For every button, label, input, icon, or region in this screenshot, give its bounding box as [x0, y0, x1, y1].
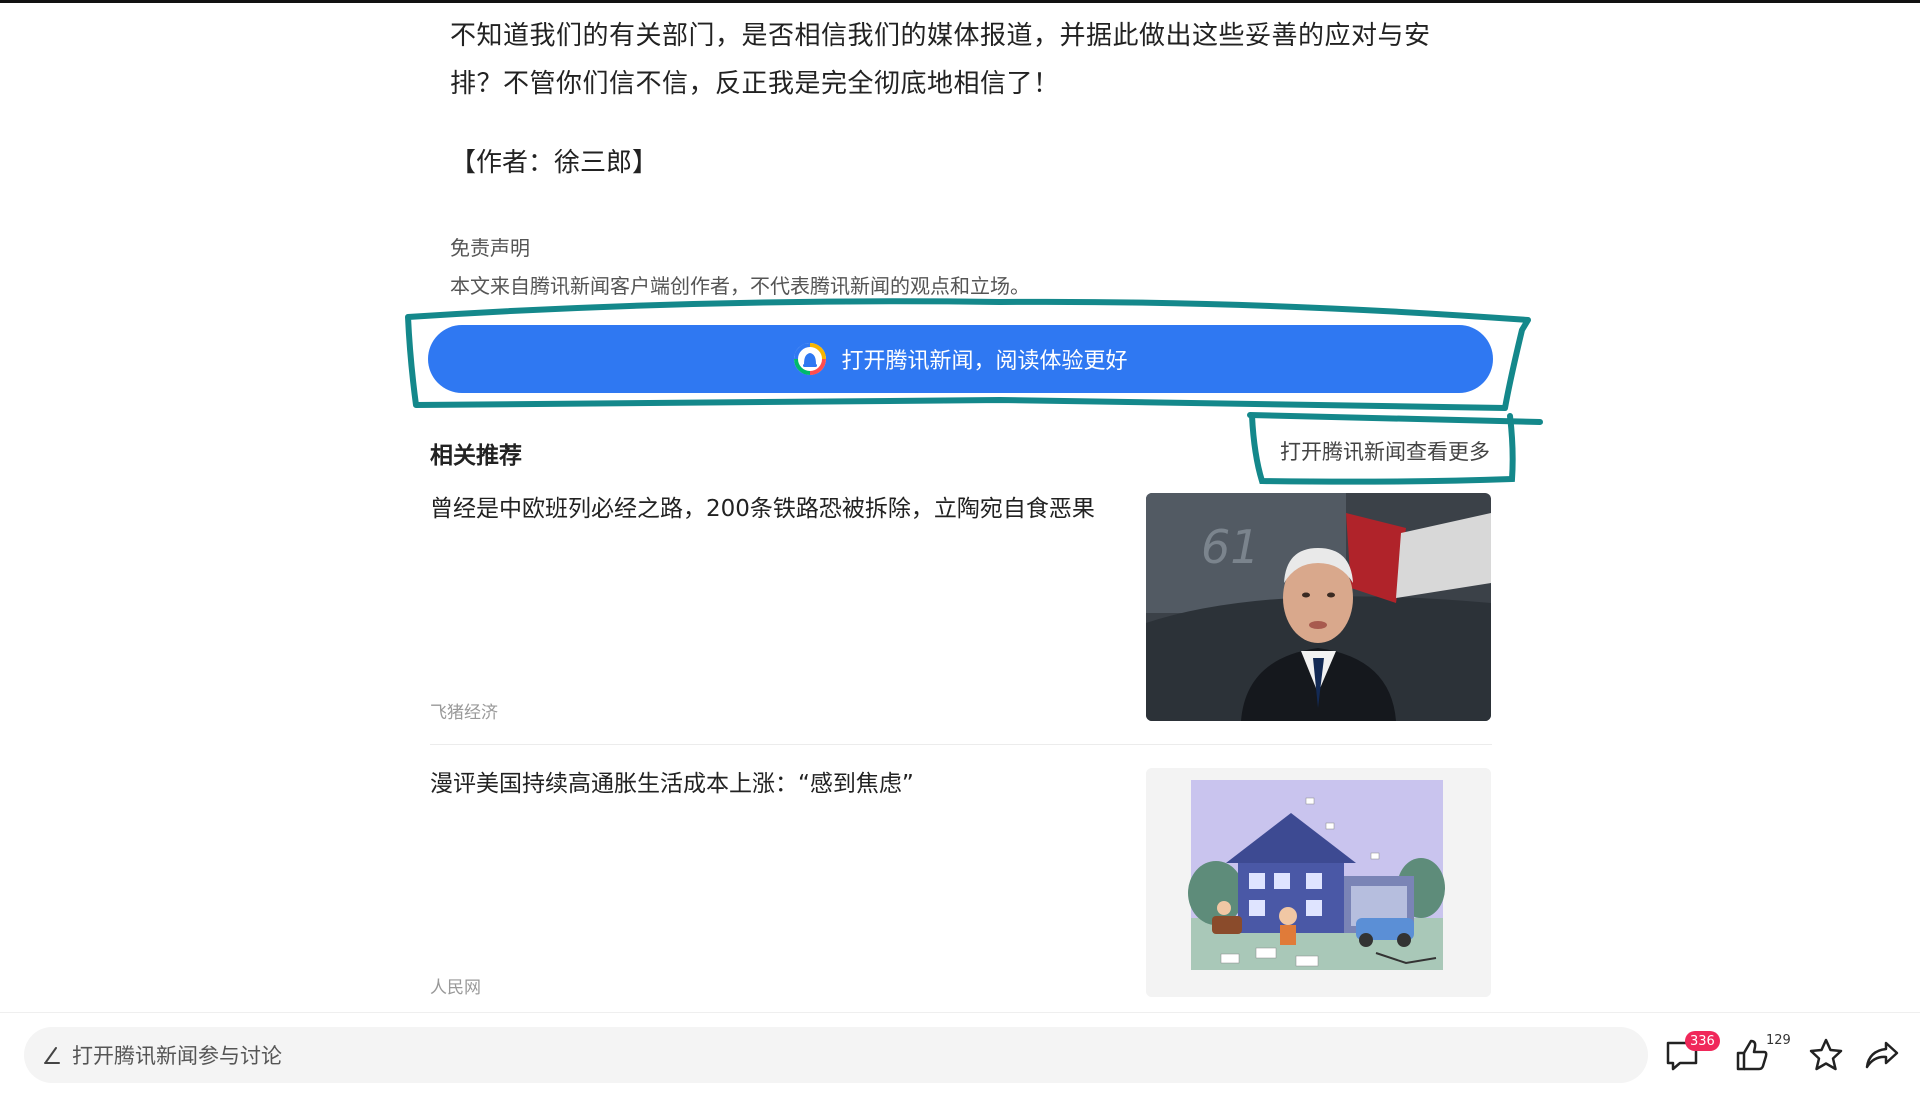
open-app-more-link[interactable]: 打开腾讯新闻查看更多 — [1280, 436, 1490, 466]
news-thumbnail-cartoon[interactable] — [1146, 768, 1491, 997]
star-icon[interactable] — [1806, 1035, 1846, 1075]
comment-input[interactable]: 打开腾讯新闻参与讨论 — [24, 1027, 1648, 1083]
related-news-item[interactable]: 漫评美国持续高通胀生活成本上涨：“感到焦虑” 人民网 — [430, 768, 1492, 998]
news-source: 飞猪经济 — [430, 703, 498, 723]
bottom-action-bar: 打开腾讯新闻参与讨论 336 129 — [0, 1012, 1920, 1096]
svg-text:61: 61 — [1201, 520, 1260, 574]
comment-count-badge: 336 — [1685, 1031, 1720, 1051]
news-source: 人民网 — [430, 978, 481, 998]
article-paragraph-line-1: 不知道我们的有关部门，是否相信我们的媒体报道，并据此做出这些妥善的应对与安 — [450, 21, 1431, 51]
pen-icon — [44, 1047, 60, 1064]
related-news-item[interactable]: 曾经是中欧班列必经之路，200条铁路恐被拆除，立陶宛自食恶果 飞猪经济 61 — [430, 493, 1492, 745]
news-title[interactable]: 漫评美国持续高通胀生活成本上涨：“感到焦虑” — [430, 768, 1130, 800]
news-thumbnail-photo[interactable]: 61 — [1146, 493, 1491, 721]
disclaimer-title: 免责声明 — [450, 236, 530, 260]
comment-placeholder: 打开腾讯新闻参与讨论 — [72, 1044, 282, 1068]
share-icon[interactable] — [1862, 1035, 1902, 1075]
open-app-button-label: 打开腾讯新闻，阅读体验更好 — [841, 349, 1128, 374]
article-author: 【作者：徐三郎】 — [450, 148, 659, 178]
disclaimer-text: 本文来自腾讯新闻客户端创作者，不代表腾讯新闻的观点和立场。 — [450, 274, 1030, 298]
like-count: 129 — [1766, 1033, 1791, 1048]
open-app-button[interactable]: 打开腾讯新闻，阅读体验更好 — [428, 325, 1493, 393]
related-section-title: 相关推荐 — [430, 443, 522, 469]
tencent-news-logo-icon — [794, 343, 827, 375]
news-title[interactable]: 曾经是中欧班列必经之路，200条铁路恐被拆除，立陶宛自食恶果 — [430, 493, 1130, 525]
article-body: 不知道我们的有关部门，是否相信我们的媒体报道，并据此做出这些妥善的应对与安 排？… — [450, 12, 1480, 108]
top-edge — [0, 0, 1920, 3]
article-paragraph-line-2: 排？不管你们信不信，反正我是完全彻底地相信了！ — [450, 69, 1060, 99]
